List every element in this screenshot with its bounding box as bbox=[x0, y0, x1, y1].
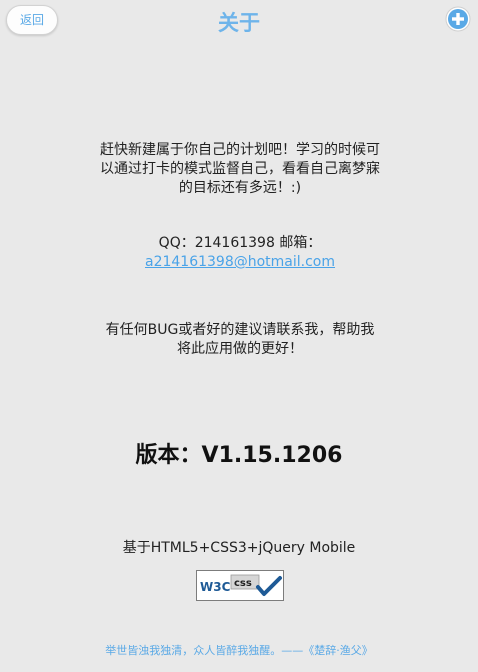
footer-quote: 举世皆浊我独清，众人皆醉我独醒。——《楚辞·渔父》 bbox=[105, 644, 373, 657]
page-title: 关于 bbox=[218, 11, 260, 35]
about-content: 赶快新建属于你自己的计划吧！学习的时候可以通过打卡的模式监督自己，看看自己离梦寐… bbox=[100, 141, 380, 359]
w3c-css-badge[interactable]: W3C css bbox=[196, 570, 284, 601]
about-page: 返回 关于 赶快新建属于你自己的计划吧！学习的时候可以通过打卡的模式监督自己，看… bbox=[0, 0, 478, 672]
css-label-text: css bbox=[234, 578, 252, 589]
email-link[interactable]: a214161398@hotmail.com bbox=[145, 254, 335, 270]
version-label: 版本：V1.15.1206 bbox=[135, 443, 343, 468]
header-bar: 返回 关于 bbox=[0, 0, 478, 40]
tech-stack-text: 基于HTML5+CSS3+jQuery Mobile bbox=[122, 540, 356, 556]
contact-info: QQ：214161398 邮箱： a214161398@hotmail.com bbox=[100, 234, 380, 272]
contact-prefix: QQ：214161398 邮箱： bbox=[158, 235, 322, 251]
slogan-text: 赶快新建属于你自己的计划吧！学习的时候可以通过打卡的模式监督自己，看看自己离梦寐… bbox=[100, 142, 380, 196]
feedback-text: 有任何BUG或者好的建议请联系我，帮助我将此应用做的更好！ bbox=[105, 322, 375, 357]
plus-circle-icon[interactable] bbox=[445, 6, 471, 32]
w3c-logo-text: W3C bbox=[200, 580, 231, 594]
